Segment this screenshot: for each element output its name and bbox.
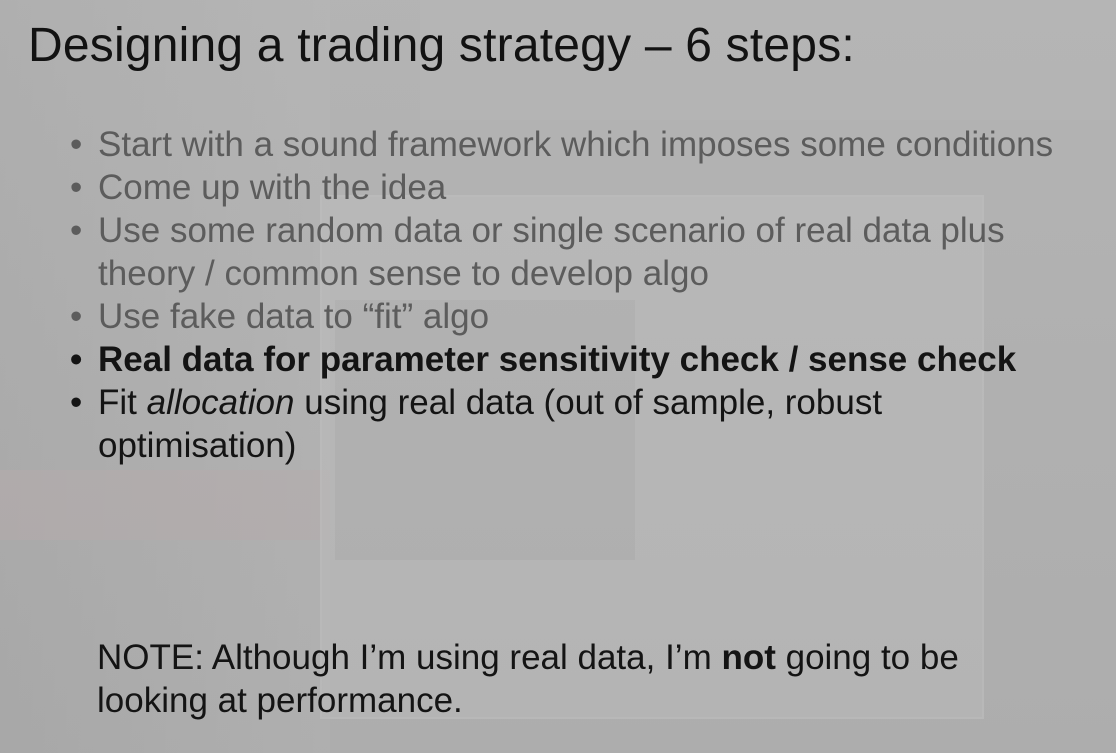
slide-title: Designing a trading strategy – 6 steps: [28,19,855,72]
bullet-icon: • [70,340,83,379]
bullet-icon: • [70,383,83,422]
list-item: • Start with a sound framework which imp… [70,123,1070,166]
bullet-icon: • [70,211,83,250]
bullet-icon: • [70,297,83,336]
bullet-icon: • [70,125,83,164]
bullet-icon: • [70,168,83,207]
list-item: • Use some random data or single scenari… [70,209,1070,295]
note: NOTE: Although I’m using real data, I’m … [97,636,1077,722]
bullet-text: Use some random data or single scenario … [98,211,1005,293]
list-item: • Fit allocation using real data (out of… [70,381,1070,467]
list-item: • Real data for parameter sensitivity ch… [70,338,1070,381]
bullet-list: • Start with a sound framework which imp… [70,123,1070,467]
note-text-before: NOTE: Although I’m using real data, I’m [97,638,722,677]
list-item: • Use fake data to “fit” algo [70,295,1070,338]
note-text-bold: not [721,638,776,677]
list-item: • Come up with the idea [70,166,1070,209]
bullet-text: Start with a sound framework which impos… [98,125,1054,164]
bullet-text: Come up with the idea [98,168,447,207]
bullet-text: Use fake data to “fit” algo [98,297,490,336]
slide: Designing a trading strategy – 6 steps: … [0,0,1116,753]
bullet-text-emphasis: allocation [146,383,295,422]
bullet-text-prefix: Fit [98,383,147,422]
bullet-text: Real data for parameter sensitivity chec… [98,340,1017,379]
